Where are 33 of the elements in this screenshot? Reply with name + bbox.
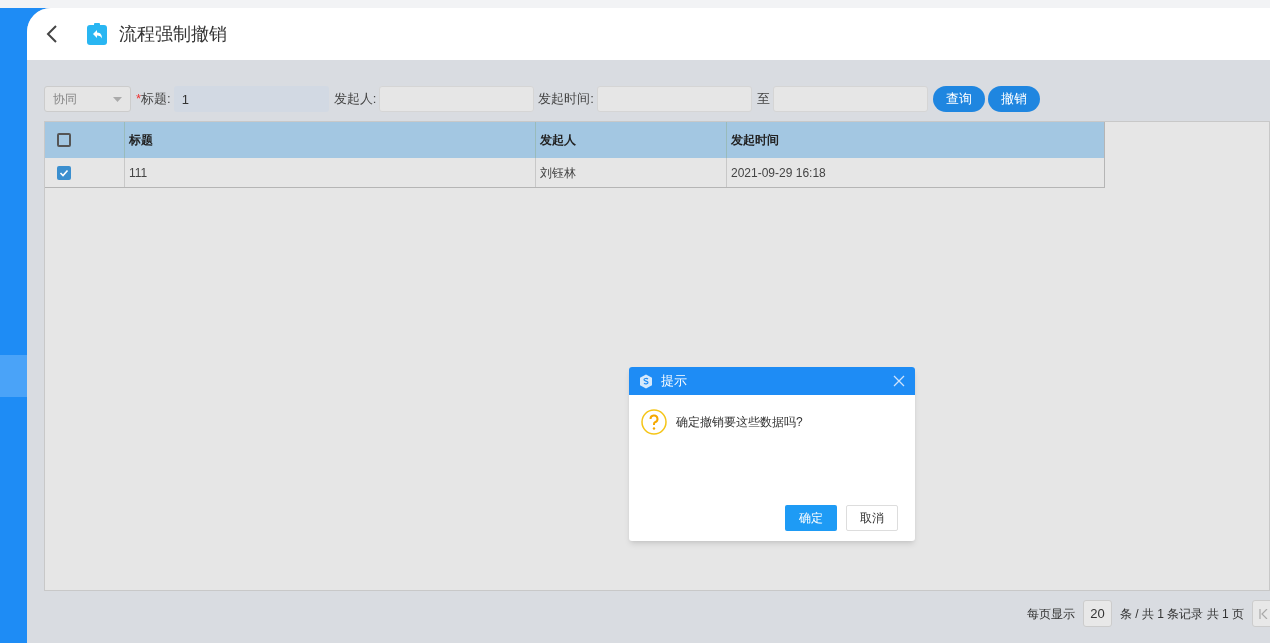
- sidebar-item-highlight[interactable]: [0, 355, 27, 397]
- dialog-title: 提示: [661, 372, 688, 391]
- checkmark-icon: [59, 167, 69, 178]
- table-cell-text: 刘钰林: [540, 164, 576, 182]
- table-cell-text: 2021-09-29 16:18: [731, 164, 826, 182]
- type-select[interactable]: 协同: [44, 86, 131, 112]
- title-label: *标题:: [136, 90, 171, 109]
- page-summary: 条 / 共 1 条记录 共 1 页: [1119, 605, 1244, 623]
- first-page-icon: [1259, 608, 1268, 619]
- page-title: 流程强制撤销: [119, 22, 227, 46]
- close-icon[interactable]: [893, 375, 905, 387]
- shield-icon: [639, 373, 653, 389]
- to-label: 至: [756, 90, 770, 109]
- clipboard-return-icon: [87, 23, 107, 45]
- dialog-message: 确定撤销要这些数据吗?: [676, 414, 803, 431]
- revoke-button[interactable]: 撤销: [987, 86, 1040, 112]
- checkbox[interactable]: [57, 165, 71, 180]
- per-page-label: 每页显示: [1026, 605, 1075, 623]
- question-icon: [641, 409, 667, 435]
- column-header: 标题: [129, 132, 153, 149]
- title-field[interactable]: 1: [173, 86, 329, 112]
- cancel-button[interactable]: 取消: [846, 505, 898, 531]
- back-icon[interactable]: [45, 24, 59, 44]
- column-header: 发起时间: [731, 132, 779, 149]
- initiator-label: 发起人:: [333, 90, 377, 109]
- query-button[interactable]: 查询: [932, 86, 985, 112]
- confirm-button[interactable]: 确定: [785, 505, 837, 531]
- table-cell-text: 111: [129, 164, 148, 182]
- page-size-field[interactable]: 20: [1082, 600, 1112, 627]
- checkbox[interactable]: [57, 133, 71, 147]
- column-header: 发起人: [540, 132, 576, 149]
- dropdown-caret-icon: [113, 96, 122, 102]
- start-time-label: 发起时间:: [538, 90, 594, 109]
